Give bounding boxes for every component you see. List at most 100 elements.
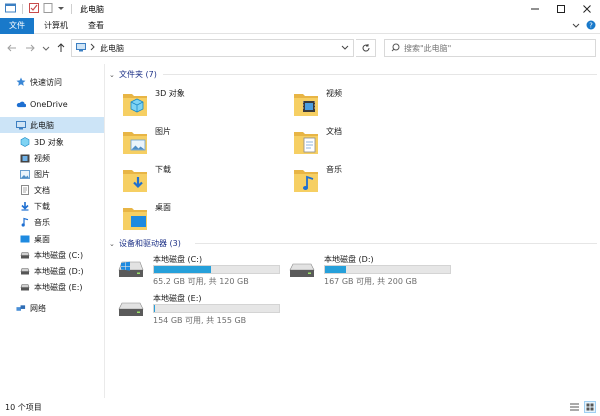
sidebar-item-label: 网络 bbox=[30, 303, 46, 313]
group-title: 设备和驱动器 (3) bbox=[119, 239, 181, 248]
drive-label: 本地磁盘 (C:) bbox=[153, 255, 203, 264]
tab-computer[interactable]: 计算机 bbox=[34, 18, 78, 34]
large-icons-view-button[interactable] bbox=[584, 401, 596, 413]
drive-usage-fill bbox=[325, 266, 346, 273]
back-arrow-icon[interactable] bbox=[6, 41, 18, 55]
drive-free-space: 65.2 GB 可用, 共 120 GB bbox=[153, 277, 249, 286]
download-folder-icon bbox=[121, 164, 149, 196]
folder-label: 图片 bbox=[155, 127, 171, 136]
drive-e[interactable]: 本地磁盘 (E:) 154 GB 可用, 共 155 GB bbox=[117, 293, 287, 329]
group-title: 文件夹 (7) bbox=[119, 70, 157, 79]
sidebar-item-drive-c[interactable]: 本地磁盘 (C:) bbox=[0, 247, 104, 263]
drive-label: 本地磁盘 (D:) bbox=[324, 255, 374, 264]
sidebar-item-label: 快速访问 bbox=[30, 77, 62, 87]
minimize-button[interactable] bbox=[522, 0, 548, 18]
breadcrumb-chevron-icon[interactable] bbox=[90, 43, 96, 53]
group-header-devices[interactable]: ⌄ 设备和驱动器 (3) bbox=[109, 238, 597, 249]
sidebar-item-quick-access[interactable]: 快速访问 bbox=[0, 74, 104, 90]
item-count: 10 个项目 bbox=[5, 402, 42, 412]
maximize-button[interactable] bbox=[548, 0, 574, 18]
search-box[interactable] bbox=[384, 39, 596, 57]
drive-icon bbox=[20, 266, 30, 276]
desktop-icon bbox=[20, 234, 30, 244]
tab-view[interactable]: 查看 bbox=[78, 18, 114, 34]
video-folder-icon bbox=[292, 88, 320, 120]
windows-drive-icon bbox=[20, 250, 30, 260]
close-button[interactable] bbox=[574, 0, 600, 18]
document-folder-icon bbox=[292, 126, 320, 158]
address-bar[interactable]: 此电脑 bbox=[71, 39, 354, 57]
folder-documents[interactable]: 文档 bbox=[292, 124, 452, 160]
folder-downloads[interactable]: 下载 bbox=[121, 162, 281, 198]
forward-arrow-icon[interactable] bbox=[24, 41, 36, 55]
sidebar-item-label: 本地磁盘 (C:) bbox=[34, 250, 84, 260]
cube-folder-icon bbox=[121, 88, 149, 120]
refresh-icon bbox=[362, 44, 370, 52]
sidebar-item-label: 本地磁盘 (E:) bbox=[34, 282, 83, 292]
navigation-pane: 快速访问 OneDrive 此电脑 3D 对象 视频 图片 文档 下载 音乐 桌… bbox=[0, 64, 104, 398]
up-arrow-icon[interactable] bbox=[55, 41, 67, 55]
sidebar-item-network[interactable]: 网络 bbox=[0, 300, 104, 316]
folder-pictures[interactable]: 图片 bbox=[121, 124, 281, 160]
qat-separator bbox=[22, 4, 23, 14]
drive-free-space: 167 GB 可用, 共 200 GB bbox=[324, 277, 418, 286]
sidebar-item-drive-d[interactable]: 本地磁盘 (D:) bbox=[0, 263, 104, 279]
svg-text:?: ? bbox=[589, 22, 593, 30]
qat-chevron-down-icon[interactable] bbox=[57, 4, 65, 14]
recent-locations-chevron-icon[interactable] bbox=[40, 41, 52, 55]
sidebar-item-downloads[interactable]: 下载 bbox=[0, 198, 104, 214]
drive-d[interactable]: 本地磁盘 (D:) 167 GB 可用, 共 200 GB bbox=[288, 254, 458, 290]
sidebar-item-3d-objects[interactable]: 3D 对象 bbox=[0, 134, 104, 150]
sidebar-item-documents[interactable]: 文档 bbox=[0, 182, 104, 198]
navigation-bar: 此电脑 bbox=[0, 35, 600, 61]
sidebar-item-desktop[interactable]: 桌面 bbox=[0, 231, 104, 247]
properties-icon[interactable] bbox=[29, 3, 39, 15]
title-bar: 此电脑 bbox=[0, 0, 600, 18]
breadcrumb-this-pc[interactable]: 此电脑 bbox=[100, 43, 124, 54]
folder-label: 3D 对象 bbox=[155, 89, 185, 98]
document-icon bbox=[20, 185, 30, 195]
sidebar-item-onedrive[interactable]: OneDrive bbox=[0, 96, 104, 112]
folder-videos[interactable]: 视频 bbox=[292, 86, 452, 122]
ribbon-tabs: 文件 计算机 查看 ? bbox=[0, 17, 600, 34]
new-folder-icon[interactable] bbox=[43, 3, 53, 15]
drive-icon bbox=[117, 299, 145, 323]
quick-access-toolbar bbox=[0, 0, 74, 18]
collapse-chevron-icon[interactable]: ⌄ bbox=[109, 71, 119, 79]
folder-label: 下载 bbox=[155, 165, 171, 174]
drive-free-space: 154 GB 可用, 共 155 GB bbox=[153, 316, 247, 325]
drive-icon bbox=[20, 282, 30, 292]
help-icon[interactable]: ? bbox=[586, 20, 596, 32]
expand-ribbon-chevron-icon[interactable] bbox=[572, 21, 580, 31]
drive-usage-bar bbox=[324, 265, 451, 274]
folder-label: 视频 bbox=[326, 89, 342, 98]
folder-music[interactable]: 音乐 bbox=[292, 162, 452, 198]
folder-3d-objects[interactable]: 3D 对象 bbox=[121, 86, 281, 122]
drive-usage-fill bbox=[154, 266, 212, 273]
sidebar-item-label: 图片 bbox=[34, 169, 50, 179]
tab-file[interactable]: 文件 bbox=[0, 17, 34, 34]
search-input[interactable] bbox=[404, 43, 584, 53]
explorer-window-icon bbox=[5, 3, 16, 15]
cube-icon bbox=[20, 137, 30, 147]
address-dropdown-chevron-icon[interactable] bbox=[341, 43, 349, 53]
sidebar-item-label: OneDrive bbox=[30, 99, 68, 109]
group-header-folders[interactable]: ⌄ 文件夹 (7) bbox=[109, 69, 597, 80]
drive-c[interactable]: 本地磁盘 (C:) 65.2 GB 可用, 共 120 GB bbox=[117, 254, 287, 290]
folder-desktop[interactable]: 桌面 bbox=[121, 200, 281, 236]
sidebar-item-pictures[interactable]: 图片 bbox=[0, 166, 104, 182]
sidebar-item-drive-e[interactable]: 本地磁盘 (E:) bbox=[0, 279, 104, 295]
sidebar-item-label: 文档 bbox=[34, 185, 50, 195]
sidebar-item-this-pc[interactable]: 此电脑 bbox=[0, 117, 104, 133]
sidebar-item-music[interactable]: 音乐 bbox=[0, 214, 104, 230]
windows-drive-icon bbox=[117, 260, 145, 284]
refresh-button[interactable] bbox=[356, 39, 376, 57]
sidebar-item-videos[interactable]: 视频 bbox=[0, 150, 104, 166]
collapse-chevron-icon[interactable]: ⌄ bbox=[109, 240, 119, 248]
drive-label: 本地磁盘 (E:) bbox=[153, 294, 202, 303]
desktop-folder-icon bbox=[121, 202, 149, 234]
sidebar-item-label: 下载 bbox=[34, 201, 50, 211]
details-view-icon bbox=[569, 403, 579, 411]
music-folder-icon bbox=[292, 164, 320, 196]
details-view-button[interactable] bbox=[568, 401, 580, 413]
